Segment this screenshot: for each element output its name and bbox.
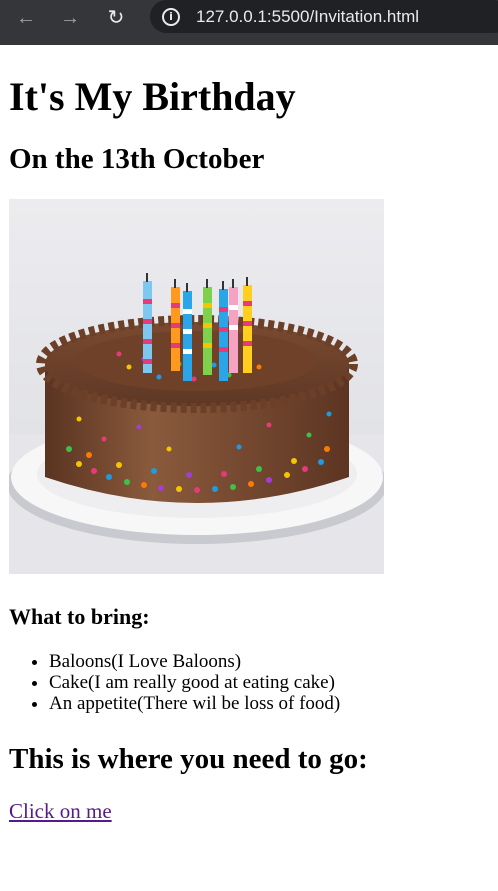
page-content: It's My Birthday On the 13th October Wha… [0,74,498,824]
back-arrow-icon[interactable]: ← [12,4,40,32]
forward-arrow-icon[interactable]: → [56,4,84,32]
directions-link[interactable]: Click on me [9,799,112,824]
bring-heading: What to bring: [9,604,150,629]
list-item: Baloons(I Love Baloons) [49,651,489,672]
url-text[interactable]: 127.0.0.1:5500/Invitation.html [196,7,419,27]
bring-list: Baloons(I Love Baloons) Cake(I am really… [9,651,489,714]
browser-toolbar: ← → ↻ i 127.0.0.1:5500/Invitation.html [0,0,498,45]
info-icon[interactable]: i [162,8,180,26]
address-bar[interactable]: i 127.0.0.1:5500/Invitation.html [150,0,498,33]
list-item: Cake(I am really good at eating cake) [49,672,489,693]
destination-heading: This is where you need to go: [9,743,368,775]
page-title: It's My Birthday [9,74,296,119]
date-heading: On the 13th October [9,143,265,175]
birthday-cake-image [9,199,384,574]
reload-icon[interactable]: ↻ [102,4,130,32]
list-item: An appetite(There wil be loss of food) [49,693,489,714]
